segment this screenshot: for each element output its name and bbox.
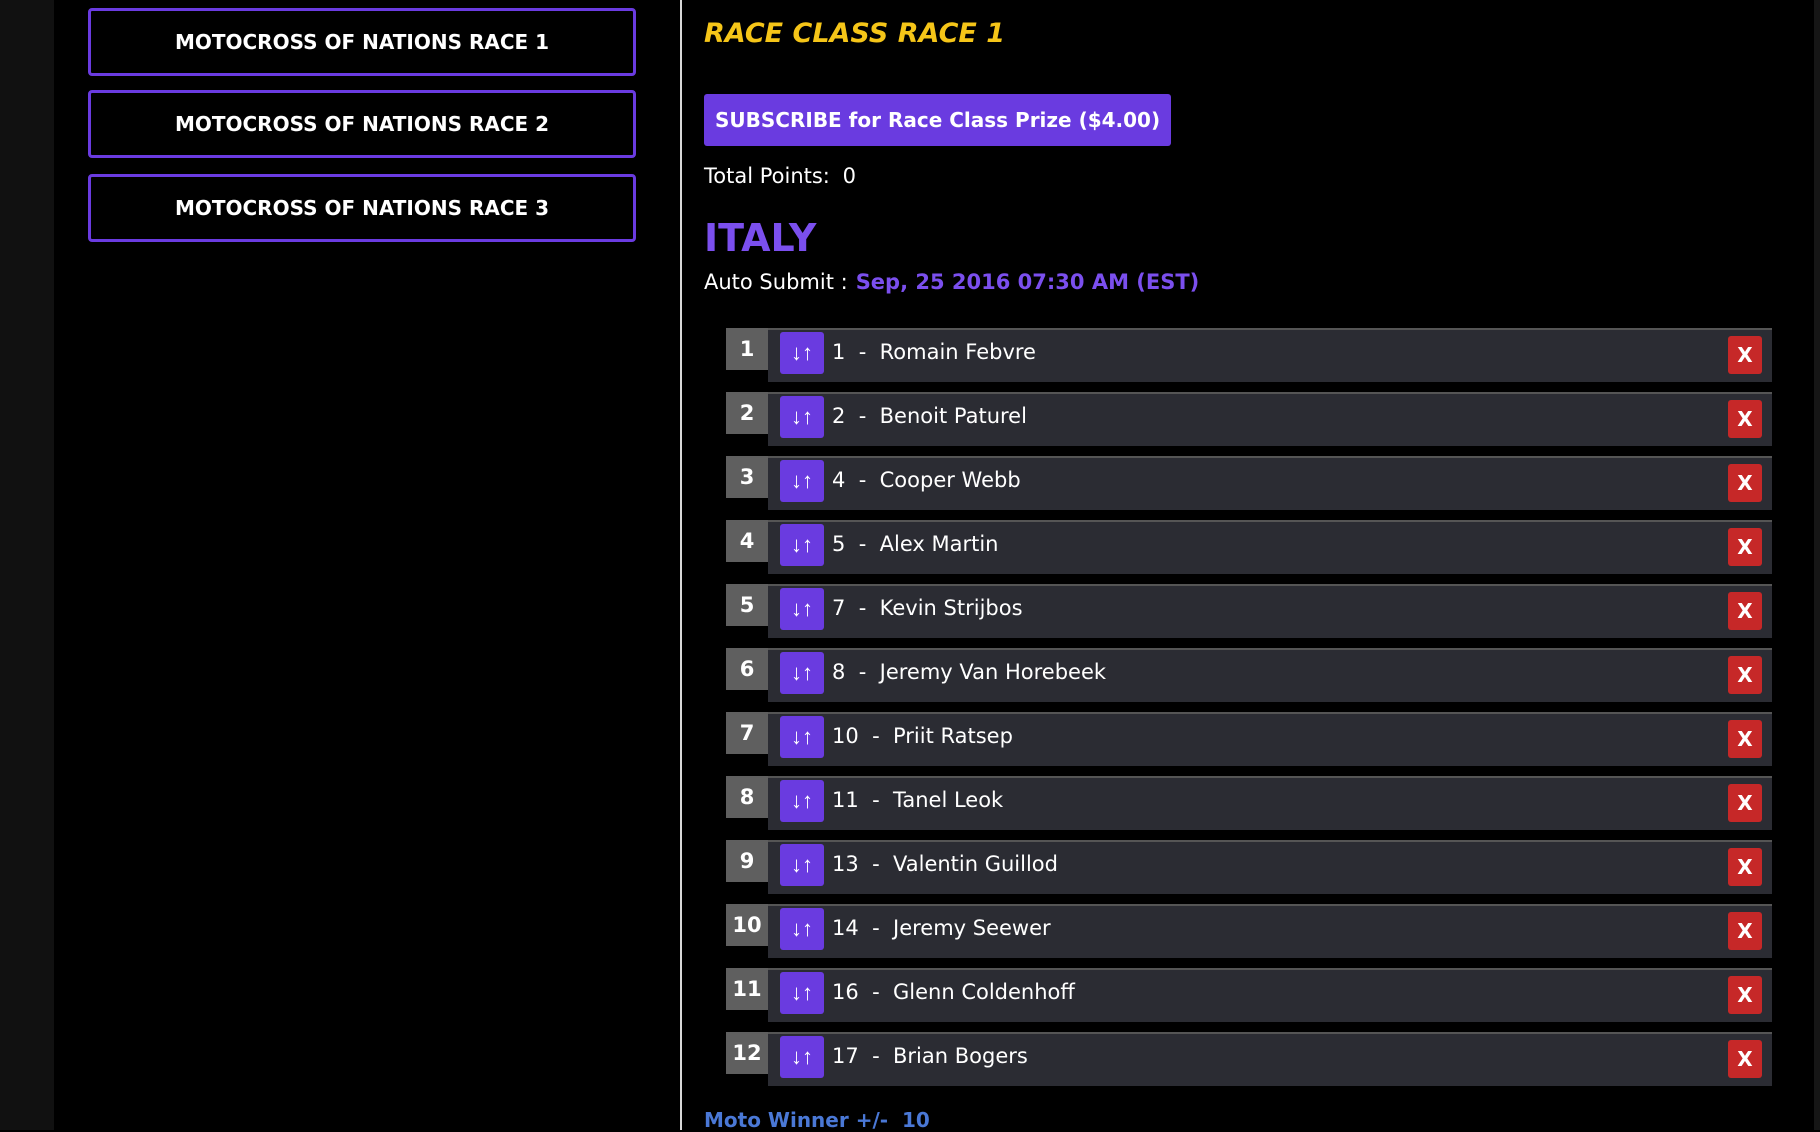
sort-icon[interactable]: ↓↑ [780,396,824,438]
remove-button[interactable]: X [1728,528,1762,566]
pick-row: 5 ↓↑ 7 - Kevin Strijbos X [726,584,1772,638]
remove-button[interactable]: X [1728,976,1762,1014]
rank-badge: 7 [726,712,768,754]
main-panel: RACE CLASS RACE 1 SUBSCRIBE for Race Cla… [704,0,1814,1132]
rider-name: 14 - Jeremy Seewer [832,916,1051,940]
remove-button[interactable]: X [1728,1040,1762,1078]
rider-name: 17 - Brian Bogers [832,1044,1028,1068]
total-points-value: 0 [842,164,856,188]
pick-row: 11 ↓↑ 16 - Glenn Coldenhoff X [726,968,1772,1022]
pick-bar: ↓↑ 17 - Brian Bogers X [768,1032,1772,1086]
total-points-label: Total Points: [704,164,830,188]
pick-row: 9 ↓↑ 13 - Valentin Guillod X [726,840,1772,894]
pick-bar: ↓↑ 7 - Kevin Strijbos X [768,584,1772,638]
remove-button[interactable]: X [1728,400,1762,438]
rider-name: 11 - Tanel Leok [832,788,1004,812]
rider-name: 13 - Valentin Guillod [832,852,1058,876]
pick-bar: ↓↑ 16 - Glenn Coldenhoff X [768,968,1772,1022]
race-button-2[interactable]: MOTOCROSS OF NATIONS RACE 2 [88,90,636,158]
rank-badge: 9 [726,840,768,882]
auto-submit-date: Sep, 25 2016 07:30 AM (EST) [855,270,1200,294]
pick-row: 8 ↓↑ 11 - Tanel Leok X [726,776,1772,830]
remove-button[interactable]: X [1728,848,1762,886]
sort-icon[interactable]: ↓↑ [780,780,824,822]
pick-row: 4 ↓↑ 5 - Alex Martin X [726,520,1772,574]
sort-icon[interactable]: ↓↑ [780,1036,824,1078]
rank-badge: 11 [726,968,768,1010]
rank-badge: 10 [726,904,768,946]
remove-button[interactable]: X [1728,784,1762,822]
total-points: Total Points: 0 [704,164,862,188]
pick-row: 10 ↓↑ 14 - Jeremy Seewer X [726,904,1772,958]
rider-name: 7 - Kevin Strijbos [832,596,1023,620]
rank-badge: 4 [726,520,768,562]
remove-button[interactable]: X [1728,464,1762,502]
rank-badge: 1 [726,328,768,370]
pick-bar: ↓↑ 5 - Alex Martin X [768,520,1772,574]
rider-name: 8 - Jeremy Van Horebeek [832,660,1107,684]
pick-bar: ↓↑ 1 - Romain Febvre X [768,328,1772,382]
remove-button[interactable]: X [1728,912,1762,950]
picks-list: 1 ↓↑ 1 - Romain Febvre X 2 ↓↑ 2 - Benoit Patu… [726,328,1772,1096]
subscribe-button[interactable]: SUBSCRIBE for Race Class Prize ($4.00) [704,94,1172,146]
sort-icon[interactable]: ↓↑ [780,652,824,694]
sort-icon[interactable]: ↓↑ [780,844,824,886]
auto-submit-label: Auto Submit : [704,270,848,294]
pick-bar: ↓↑ 4 - Cooper Webb X [768,456,1772,510]
rider-name: 4 - Cooper Webb [832,468,1021,492]
rider-name: 10 - Priit Ratsep [832,724,1013,748]
sort-icon[interactable]: ↓↑ [780,332,824,374]
remove-button[interactable]: X [1728,592,1762,630]
pick-bar: ↓↑ 13 - Valentin Guillod X [768,840,1772,894]
pick-row: 12 ↓↑ 17 - Brian Bogers X [726,1032,1772,1086]
sort-icon[interactable]: ↓↑ [780,460,824,502]
pick-bar: ↓↑ 10 - Priit Ratsep X [768,712,1772,766]
pick-row: 3 ↓↑ 4 - Cooper Webb X [726,456,1772,510]
rider-name: 16 - Glenn Coldenhoff [832,980,1075,1004]
rank-badge: 12 [726,1032,768,1074]
race-button-1[interactable]: MOTOCROSS OF NATIONS RACE 1 [88,8,636,76]
rank-badge: 8 [726,776,768,818]
pick-bar: ↓↑ 2 - Benoit Paturel X [768,392,1772,446]
race-title: RACE CLASS RACE 1 [704,18,1006,49]
left-gutter [0,0,54,1130]
rider-name: 1 - Romain Febvre [832,340,1036,364]
remove-button[interactable]: X [1728,336,1762,374]
sort-icon[interactable]: ↓↑ [780,588,824,630]
pick-row: 7 ↓↑ 10 - Priit Ratsep X [726,712,1772,766]
pick-row: 1 ↓↑ 1 - Romain Febvre X [726,328,1772,382]
rank-badge: 2 [726,392,768,434]
pick-row: 6 ↓↑ 8 - Jeremy Van Horebeek X [726,648,1772,702]
sort-icon[interactable]: ↓↑ [780,908,824,950]
pick-bar: ↓↑ 14 - Jeremy Seewer X [768,904,1772,958]
pick-row: 2 ↓↑ 2 - Benoit Paturel X [726,392,1772,446]
rider-name: 2 - Benoit Paturel [832,404,1027,428]
auto-submit: Auto Submit : Sep, 25 2016 07:30 AM (EST) [704,270,1199,294]
sort-icon[interactable]: ↓↑ [780,716,824,758]
right-edge [1814,0,1820,1130]
country-title: ITALY [704,216,817,260]
pick-bar: ↓↑ 8 - Jeremy Van Horebeek X [768,648,1772,702]
divider [680,0,682,1130]
pick-bar: ↓↑ 11 - Tanel Leok X [768,776,1772,830]
race-button-3[interactable]: MOTOCROSS OF NATIONS RACE 3 [88,174,636,242]
remove-button[interactable]: X [1728,720,1762,758]
remove-button[interactable]: X [1728,656,1762,694]
rank-badge: 5 [726,584,768,626]
sort-icon[interactable]: ↓↑ [780,972,824,1014]
rank-badge: 3 [726,456,768,498]
moto-winner: Moto Winner +/- 10 [704,1108,930,1132]
rank-badge: 6 [726,648,768,690]
rider-name: 5 - Alex Martin [832,532,999,556]
sort-icon[interactable]: ↓↑ [780,524,824,566]
sidebar: MOTOCROSS OF NATIONS RACE 1 MOTOCROSS OF… [54,0,680,1130]
